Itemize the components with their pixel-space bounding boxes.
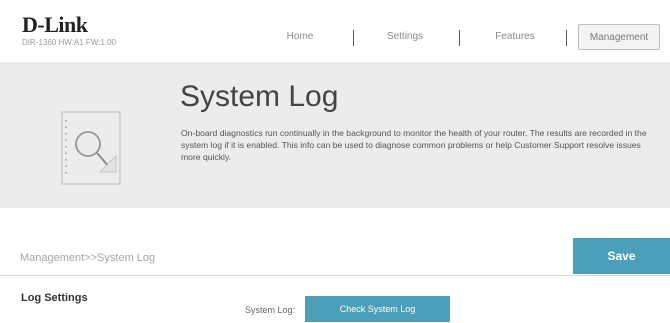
top-header: D-Link DIR-1360 HW:A1 FW:1.00 Home Setti…: [0, 0, 670, 56]
page-description: On-board diagnostics run continually in …: [181, 128, 647, 162]
check-system-log-button[interactable]: Check System Log: [305, 296, 450, 322]
page-title: System Log: [180, 80, 339, 113]
log-settings-heading: Log Settings: [21, 292, 88, 304]
main-nav: Home Settings Features Management: [0, 24, 670, 50]
nav-separator: [459, 30, 460, 46]
system-log-label: System Log:: [245, 305, 296, 315]
nav-separator: [566, 30, 567, 46]
magnifier-document-icon: [61, 111, 121, 185]
breadcrumb-bar: Management>>System Log: [0, 240, 670, 276]
nav-home[interactable]: Home: [275, 24, 325, 50]
breadcrumb: Management>>System Log: [20, 252, 156, 264]
nav-separator: [353, 30, 354, 46]
save-button[interactable]: Save: [573, 238, 670, 274]
nav-settings[interactable]: Settings: [375, 24, 435, 50]
nav-management[interactable]: Management: [578, 24, 660, 50]
nav-features[interactable]: Features: [480, 24, 550, 50]
